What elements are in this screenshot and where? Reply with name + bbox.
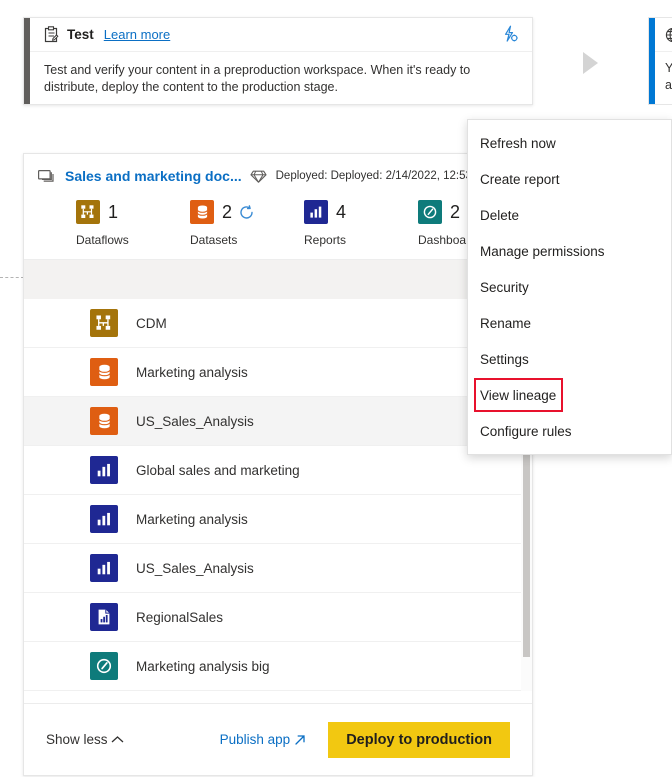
list-scrollbar-thumb[interactable] bbox=[523, 437, 530, 657]
dataset-icon bbox=[90, 407, 118, 435]
deployment-settings-icon[interactable] bbox=[501, 25, 520, 44]
paginated-report-icon bbox=[90, 603, 118, 631]
learn-more-link[interactable]: Learn more bbox=[104, 27, 170, 42]
context-menu-item[interactable]: Refresh now bbox=[468, 125, 671, 161]
list-item[interactable]: Marketing analysis bbox=[24, 495, 532, 544]
right-card-header bbox=[655, 18, 672, 52]
publish-app-link[interactable]: Publish app bbox=[220, 732, 307, 747]
deploy-to-production-button[interactable]: Deploy to production bbox=[328, 721, 510, 758]
right-card-body: Yo ac bbox=[655, 18, 672, 104]
premium-gem-icon bbox=[250, 169, 267, 184]
stage-description: Test and verify your content in a prepro… bbox=[44, 63, 471, 94]
stat-label: Reports bbox=[304, 233, 347, 247]
report-icon bbox=[304, 200, 328, 224]
stat-dataflows[interactable]: 1 Dataflows bbox=[76, 200, 190, 247]
publish-app-label: Publish app bbox=[219, 732, 291, 747]
list-item[interactable]: RegionalSales bbox=[24, 593, 532, 642]
card-footer: Show less Publish app Deploy to producti… bbox=[24, 703, 532, 775]
stat-top: 4 bbox=[304, 200, 418, 224]
content-list: CDM Marketing analysis US_Sales_Analysis Gl… bbox=[24, 299, 532, 691]
context-menu-item-label: Delete bbox=[480, 207, 520, 223]
list-item-name: RegionalSales bbox=[136, 609, 224, 625]
context-menu-item-label: Refresh now bbox=[480, 135, 556, 151]
list-item-name: US_Sales_Analysis bbox=[136, 413, 254, 429]
globe-icon bbox=[665, 27, 672, 43]
stat-top: 1 bbox=[76, 200, 190, 224]
list-item[interactable]: Global sales and marketing bbox=[24, 446, 532, 495]
stat-reports[interactable]: 4 Reports bbox=[304, 200, 418, 247]
workspace-stats-row: 1 Dataflows 2 Datasets 4 Reports 2 Dashb… bbox=[24, 198, 532, 259]
context-menu-item-label: Configure rules bbox=[480, 423, 572, 439]
stat-label: Datasets bbox=[190, 233, 238, 247]
production-stage-card: Yo ac bbox=[648, 17, 672, 105]
context-menu-item-label: View lineage bbox=[480, 387, 557, 403]
stat-count: 4 bbox=[336, 202, 347, 222]
workspace-icon bbox=[38, 169, 56, 184]
report-icon bbox=[90, 456, 118, 484]
list-item-name: Marketing analysis bbox=[136, 511, 248, 527]
stat-datasets[interactable]: 2 Datasets bbox=[190, 200, 304, 247]
dashboard-icon bbox=[90, 652, 118, 680]
list-item-name: US_Sales_Analysis bbox=[136, 560, 254, 576]
context-menu-item-label: Create report bbox=[480, 171, 560, 187]
list-item[interactable]: CDM bbox=[24, 299, 532, 348]
list-item[interactable]: Marketing analysis bbox=[24, 348, 532, 397]
workspace-name[interactable]: Sales and marketing doc... bbox=[65, 168, 242, 184]
refresh-spinner-icon bbox=[239, 204, 254, 220]
right-card-description: Yo ac bbox=[655, 52, 672, 94]
report-icon bbox=[90, 554, 118, 582]
stat-top: 2 bbox=[190, 200, 304, 224]
right-desc-line1: Yo bbox=[665, 61, 672, 75]
chevron-up-icon bbox=[111, 735, 124, 744]
dataset-icon bbox=[90, 358, 118, 386]
list-item-name: Marketing analysis bbox=[136, 364, 248, 380]
list-item-name: Global sales and marketing bbox=[136, 462, 300, 478]
stage-card-body: Test Learn more Test and verify your con… bbox=[30, 18, 532, 104]
stat-label: Dataflows bbox=[76, 233, 129, 247]
context-menu-item[interactable]: Security bbox=[468, 269, 671, 305]
stat-count: 2 bbox=[450, 202, 461, 222]
show-less-label: Show less bbox=[46, 732, 108, 747]
clipboard-test-icon bbox=[44, 26, 59, 43]
test-stage-card: Test Learn more Test and verify your con… bbox=[23, 17, 533, 105]
workspace-header: Sales and marketing doc... Deployed: Dep… bbox=[24, 154, 532, 198]
stat-count: 1 bbox=[108, 202, 119, 222]
stage-arrow-icon bbox=[583, 52, 598, 74]
dataflow-icon bbox=[90, 309, 118, 337]
stage-card-header: Test Learn more bbox=[30, 18, 532, 52]
list-item-name: Marketing analysis big bbox=[136, 658, 270, 674]
stage-title: Test bbox=[67, 27, 94, 42]
context-menu-item[interactable]: View lineage bbox=[468, 377, 671, 413]
external-link-icon bbox=[294, 734, 306, 746]
dataset-icon bbox=[190, 200, 214, 224]
context-menu: Refresh now Create report Delete Manage per… bbox=[467, 119, 672, 455]
list-item[interactable]: US_Sales_Analysis bbox=[24, 397, 532, 446]
context-menu-item[interactable]: Settings bbox=[468, 341, 671, 377]
context-menu-item[interactable]: Delete bbox=[468, 197, 671, 233]
right-desc-line2: ac bbox=[665, 78, 672, 92]
workspace-content-card: Sales and marketing doc... Deployed: Dep… bbox=[23, 153, 533, 776]
context-menu-item-label: Security bbox=[480, 279, 529, 295]
stat-count: 2 bbox=[222, 202, 233, 222]
report-icon bbox=[90, 505, 118, 533]
list-item[interactable]: Marketing analysis big bbox=[24, 642, 532, 691]
list-toolbar-strip bbox=[24, 259, 532, 299]
context-menu-item-label: Settings bbox=[480, 351, 529, 367]
context-menu-item[interactable]: Rename bbox=[468, 305, 671, 341]
show-less-button[interactable]: Show less bbox=[46, 732, 124, 747]
context-menu-item-label: Rename bbox=[480, 315, 532, 331]
list-item-name: CDM bbox=[136, 315, 167, 331]
deployed-timestamp: Deployed: Deployed: 2/14/2022, 12:53:5 bbox=[275, 170, 482, 182]
context-menu-item-label: Manage permissions bbox=[480, 243, 605, 259]
pipeline-connector-line bbox=[0, 277, 24, 278]
app-root: Test Learn more Test and verify your con… bbox=[0, 0, 672, 777]
dataflow-icon bbox=[76, 200, 100, 224]
list-item[interactable]: US_Sales_Analysis bbox=[24, 544, 532, 593]
context-menu-item[interactable]: Configure rules bbox=[468, 413, 671, 449]
context-menu-item[interactable]: Create report bbox=[468, 161, 671, 197]
dashboard-icon bbox=[418, 200, 442, 224]
context-menu-item[interactable]: Manage permissions bbox=[468, 233, 671, 269]
